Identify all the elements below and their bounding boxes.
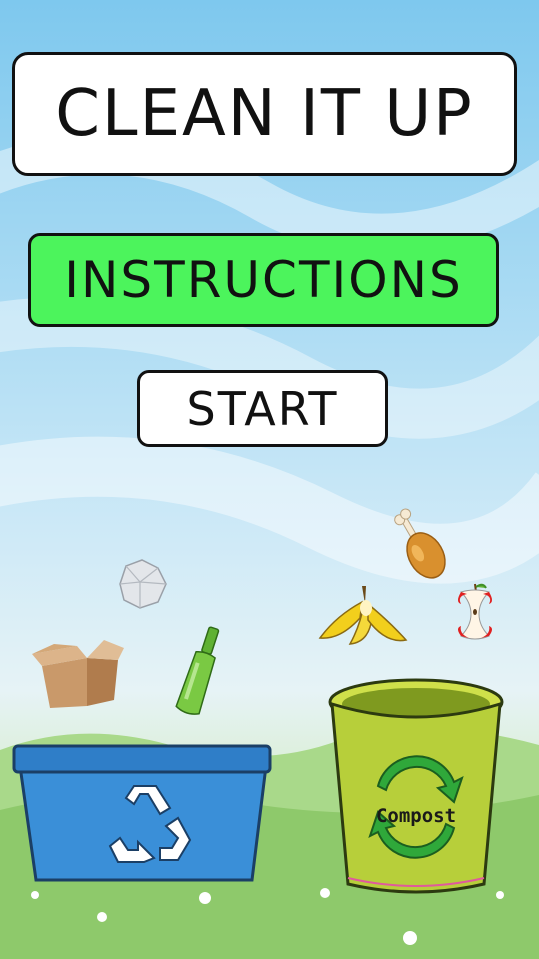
game-title: CLEAN IT UP [12, 52, 517, 176]
apple-core-item[interactable] [455, 582, 495, 646]
cardboard-box-item[interactable] [32, 636, 127, 711]
chicken-drumstick-item[interactable] [390, 505, 450, 585]
instructions-button[interactable]: INSTRUCTIONS [28, 233, 499, 327]
paper-ball-item[interactable] [112, 556, 172, 611]
start-button[interactable]: START [137, 370, 388, 447]
glass-bottle-item[interactable] [175, 624, 224, 719]
recycle-bin[interactable] [12, 744, 274, 886]
game-scene: CLEAN IT UP INSTRUCTIONS START Compost [0, 0, 539, 959]
compost-bin[interactable]: Compost [328, 678, 508, 898]
banana-peel-item[interactable] [316, 582, 408, 648]
compost-label: Compost [376, 805, 456, 827]
